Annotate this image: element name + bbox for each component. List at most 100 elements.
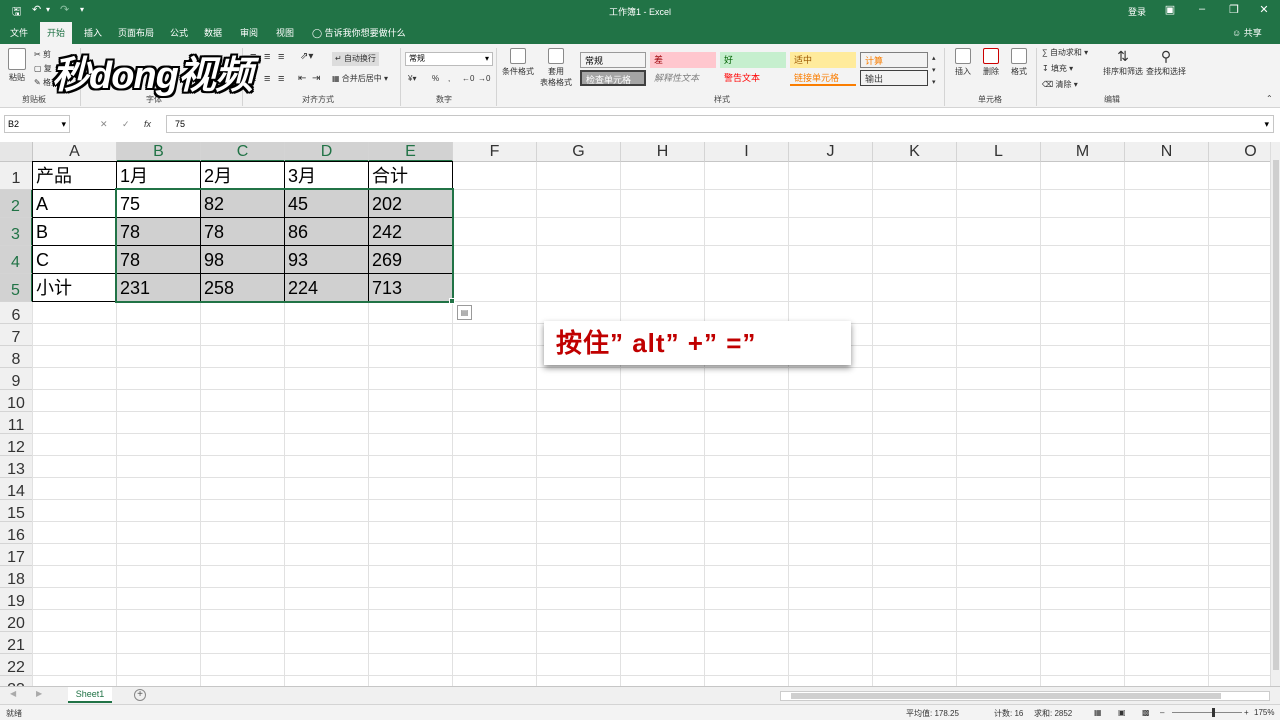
- increase-indent-icon[interactable]: ⇥: [312, 72, 320, 86]
- middle-align-icon[interactable]: ≡: [264, 50, 270, 64]
- conditional-format-button[interactable]: 条件格式: [500, 48, 536, 77]
- prev-sheet-icon[interactable]: ◀: [10, 689, 16, 698]
- row-header-14[interactable]: 14: [0, 478, 33, 500]
- row-header-7[interactable]: 7: [0, 324, 33, 346]
- row-header-21[interactable]: 21: [0, 632, 33, 654]
- cell-b2[interactable]: 75: [117, 190, 200, 217]
- normal-view-icon[interactable]: ▦: [1094, 708, 1102, 717]
- style-bad[interactable]: 差: [650, 52, 716, 68]
- row-header-5[interactable]: 5: [0, 274, 33, 302]
- cell-e3[interactable]: 242: [369, 218, 452, 245]
- worksheet-grid[interactable]: A B C D E F G H I J K L M N O 1 2 3 4 5 6 7 8 9 10 11 12 13 14 15 16 17…: [0, 142, 1270, 686]
- select-all-corner[interactable]: [0, 142, 33, 162]
- cell-a1[interactable]: 产品: [33, 162, 116, 189]
- format-as-table-button[interactable]: 套用 表格格式: [536, 48, 576, 88]
- cut-button[interactable]: ✂ 剪: [34, 48, 51, 62]
- autosum-button[interactable]: ∑ 自动求和 ▾: [1042, 46, 1088, 60]
- cell-a4[interactable]: C: [33, 246, 116, 273]
- copy-button[interactable]: ▢ 复: [34, 62, 52, 76]
- zoom-slider-thumb[interactable]: [1212, 708, 1215, 717]
- collapse-ribbon-icon[interactable]: ⌃: [1266, 92, 1273, 106]
- paste-button[interactable]: 粘贴: [6, 48, 28, 83]
- column-header-c[interactable]: C: [201, 142, 285, 162]
- style-calculation[interactable]: 计算: [860, 52, 928, 68]
- scroll-thumb[interactable]: [791, 693, 1221, 699]
- column-header-g[interactable]: G: [537, 142, 621, 162]
- cell-e1[interactable]: 合计: [369, 162, 452, 189]
- tab-formulas[interactable]: 公式: [164, 22, 194, 44]
- cell-d4[interactable]: 93: [285, 246, 368, 273]
- cell-a3[interactable]: B: [33, 218, 116, 245]
- cell-d5[interactable]: 224: [285, 274, 368, 301]
- cell-d3[interactable]: 86: [285, 218, 368, 245]
- row-header-15[interactable]: 15: [0, 500, 33, 522]
- row-header-2[interactable]: 2: [0, 190, 33, 218]
- minimize-icon[interactable]: –: [1192, 3, 1212, 15]
- ribbon-display-icon[interactable]: ▣: [1160, 3, 1180, 16]
- styles-more-icon[interactable]: ▾: [932, 76, 936, 90]
- confirm-icon[interactable]: ✓: [122, 115, 130, 133]
- cell-e5[interactable]: 713: [369, 274, 452, 301]
- column-header-e[interactable]: E: [369, 142, 453, 162]
- cell-c2[interactable]: 82: [201, 190, 284, 217]
- style-normal[interactable]: 常规: [580, 52, 646, 68]
- column-header-k[interactable]: K: [873, 142, 957, 162]
- column-header-b[interactable]: B: [117, 142, 201, 162]
- merge-center-button[interactable]: ▦ 合并后居中 ▾: [332, 72, 388, 86]
- clear-button[interactable]: ⌫ 清除 ▾: [1042, 78, 1078, 92]
- row-header-23[interactable]: 23: [0, 676, 33, 686]
- cell-e2[interactable]: 202: [369, 190, 452, 217]
- row-header-16[interactable]: 16: [0, 522, 33, 544]
- next-sheet-icon[interactable]: ▶: [36, 689, 42, 698]
- row-header-6[interactable]: 6: [0, 302, 33, 324]
- column-header-m[interactable]: M: [1041, 142, 1125, 162]
- row-header-3[interactable]: 3: [0, 218, 33, 246]
- sort-filter-button[interactable]: ⇅ 排序和筛选: [1100, 48, 1146, 77]
- column-header-d[interactable]: D: [285, 142, 369, 162]
- style-linked-cell[interactable]: 链接单元格: [790, 70, 856, 86]
- tab-page-layout[interactable]: 页面布局: [114, 22, 158, 44]
- bottom-align-icon[interactable]: ≡: [278, 50, 284, 64]
- row-header-13[interactable]: 13: [0, 456, 33, 478]
- tab-home[interactable]: 开始: [40, 22, 72, 44]
- cell-b5[interactable]: 231: [117, 274, 200, 301]
- number-format-select[interactable]: 常规 ▾: [405, 52, 493, 66]
- cell-c1[interactable]: 2月: [201, 162, 284, 189]
- currency-icon[interactable]: ¥▾: [408, 72, 416, 86]
- column-header-i[interactable]: I: [705, 142, 789, 162]
- add-sheet-icon[interactable]: +: [134, 689, 146, 701]
- row-header-22[interactable]: 22: [0, 654, 33, 676]
- column-header-o[interactable]: O: [1209, 142, 1270, 162]
- cell-a5[interactable]: 小计: [33, 274, 116, 301]
- row-header-20[interactable]: 20: [0, 610, 33, 632]
- column-header-a[interactable]: A: [33, 142, 117, 162]
- cell-b3[interactable]: 78: [117, 218, 200, 245]
- style-good[interactable]: 好: [720, 52, 786, 68]
- cell-c3[interactable]: 78: [201, 218, 284, 245]
- close-icon[interactable]: ✕: [1254, 3, 1274, 16]
- column-header-l[interactable]: L: [957, 142, 1041, 162]
- row-header-10[interactable]: 10: [0, 390, 33, 412]
- page-break-view-icon[interactable]: ▩: [1142, 708, 1150, 717]
- tab-view[interactable]: 视图: [270, 22, 300, 44]
- fill-handle[interactable]: [449, 298, 455, 304]
- style-warning[interactable]: 警告文本: [720, 70, 786, 86]
- row-header-11[interactable]: 11: [0, 412, 33, 434]
- style-output[interactable]: 输出: [860, 70, 928, 86]
- page-layout-view-icon[interactable]: ▣: [1118, 708, 1126, 717]
- sheet-tab-sheet1[interactable]: Sheet1: [68, 687, 112, 703]
- column-header-f[interactable]: F: [453, 142, 537, 162]
- formula-input[interactable]: 75 ▾: [166, 115, 1274, 133]
- find-select-button[interactable]: ⚲ 查找和选择: [1146, 48, 1186, 77]
- tab-review[interactable]: 审阅: [234, 22, 264, 44]
- name-box[interactable]: B2 ▾: [4, 115, 70, 133]
- style-explanatory[interactable]: 解释性文本: [650, 70, 716, 86]
- orientation-icon[interactable]: ⇗▾: [300, 50, 313, 64]
- fill-button[interactable]: ↧ 填充 ▾: [1042, 62, 1073, 76]
- tab-insert[interactable]: 插入: [78, 22, 108, 44]
- cell-b1[interactable]: 1月: [117, 162, 200, 189]
- column-header-n[interactable]: N: [1125, 142, 1209, 162]
- row-header-8[interactable]: 8: [0, 346, 33, 368]
- row-header-4[interactable]: 4: [0, 246, 33, 274]
- zoom-in-icon[interactable]: +: [1244, 708, 1249, 717]
